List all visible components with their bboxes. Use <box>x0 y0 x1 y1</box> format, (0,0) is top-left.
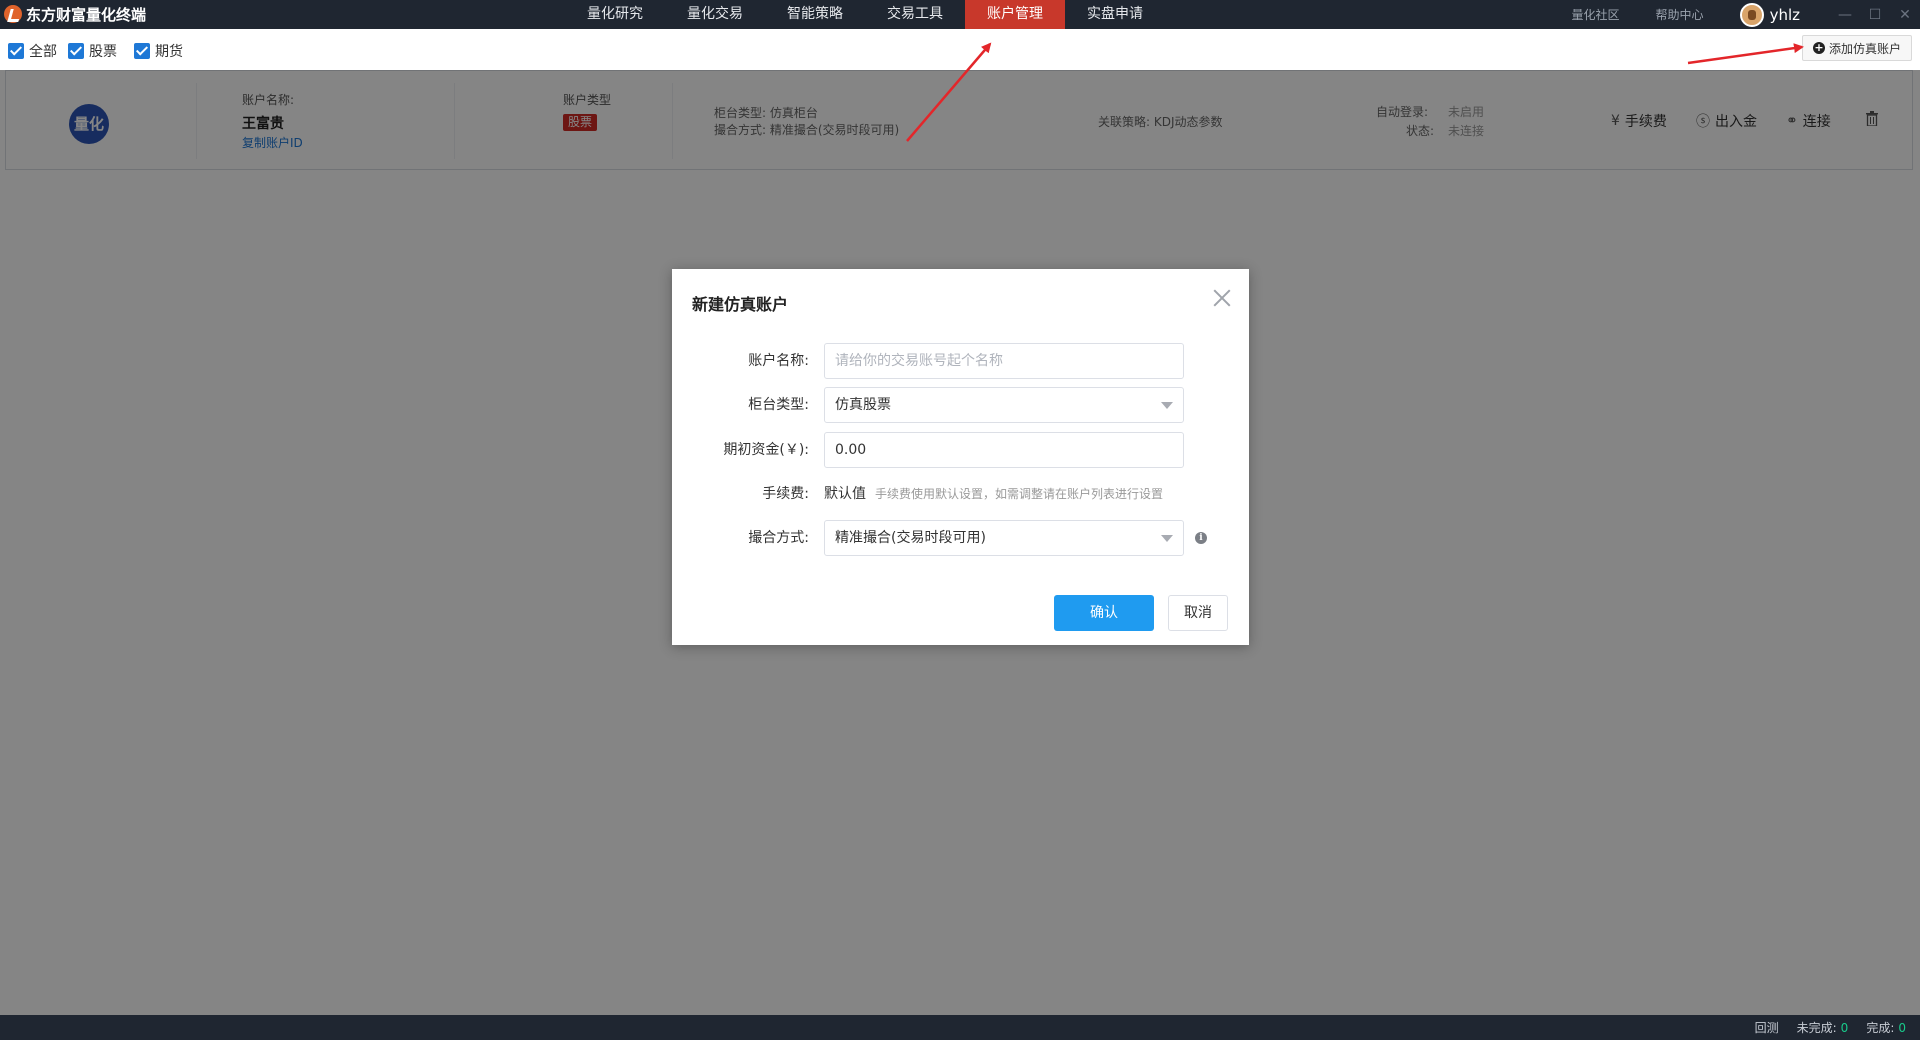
form-row-initial-capital: 期初资金(￥): 0.00 <box>672 432 1249 468</box>
checkbox-checked-icon <box>68 43 84 59</box>
filter-all-label: 全部 <box>29 44 57 60</box>
app-logo: 东方财富量化终端 <box>4 3 146 25</box>
filter-all-checkbox[interactable]: 全部 <box>8 41 57 61</box>
nav-account-management[interactable]: 账户管理 <box>965 0 1065 29</box>
top-right-area: 量化社区 帮助中心 yhlz — ☐ ✕ <box>1572 0 1920 29</box>
nav-trading-tools[interactable]: 交易工具 <box>865 0 965 29</box>
account-name-field-label: 账户名称: <box>748 353 809 369</box>
counter-type-select[interactable]: 仿真股票 <box>824 387 1184 423</box>
checkbox-checked-icon <box>8 43 24 59</box>
initial-capital-input[interactable]: 0.00 <box>824 432 1184 468</box>
fee-field-label: 手续费: <box>762 486 809 502</box>
nav-quant-trading[interactable]: 量化交易 <box>665 0 765 29</box>
filter-futures-checkbox[interactable]: 期货 <box>134 41 183 61</box>
app-title: 东方财富量化终端 <box>26 5 147 24</box>
pending-label: 未完成: <box>1796 1021 1837 1035</box>
filter-stock-label: 股票 <box>89 44 117 60</box>
fee-default-value: 默认值 <box>824 486 866 502</box>
counter-type-selected: 仿真股票 <box>835 397 891 413</box>
nav-smart-strategy[interactable]: 智能策略 <box>765 0 865 29</box>
info-icon[interactable]: i <box>1195 532 1207 544</box>
avatar[interactable] <box>1739 2 1764 27</box>
chevron-down-icon <box>1161 402 1173 409</box>
pending-count: 0 <box>1840 1020 1849 1035</box>
done-count: 0 <box>1898 1020 1906 1035</box>
done-label: 完成: <box>1866 1021 1895 1035</box>
help-link[interactable]: 帮助中心 <box>1656 6 1704 23</box>
username[interactable]: yhlz <box>1770 6 1800 24</box>
checkbox-checked-icon <box>134 43 150 59</box>
initial-capital-field-label: 期初资金(￥): <box>723 442 809 458</box>
backtest-status: 回测 <box>1754 1021 1779 1035</box>
maximize-icon[interactable]: ☐ <box>1860 0 1890 29</box>
filter-futures-label: 期货 <box>155 44 183 60</box>
chevron-down-icon <box>1161 535 1173 542</box>
nav-live-application[interactable]: 实盘申请 <box>1065 0 1165 29</box>
confirm-button[interactable]: 确认 <box>1054 595 1154 631</box>
close-window-icon[interactable]: ✕ <box>1890 0 1920 29</box>
main-nav: 量化研究 量化交易 智能策略 交易工具 账户管理 实盘申请 <box>565 0 1165 29</box>
brand-icon <box>4 5 22 23</box>
form-row-account-name: 账户名称: 请给你的交易账号起个名称 <box>672 343 1249 379</box>
fee-note: 手续费使用默认设置，如需调整请在账户列表进行设置 <box>875 487 1164 501</box>
community-link[interactable]: 量化社区 <box>1572 6 1620 23</box>
form-row-match-mode: 撮合方式: 精准撮合(交易时段可用) i <box>672 520 1249 556</box>
filter-stock-checkbox[interactable]: 股票 <box>68 41 117 61</box>
filter-bar: 全部 股票 期货 + 添加仿真账户 <box>0 29 1920 69</box>
status-bar: 回测 未完成: 0 完成: 0 <box>0 1015 1920 1040</box>
match-mode-select[interactable]: 精准撮合(交易时段可用) <box>824 520 1184 556</box>
title-bar: 东方财富量化终端 量化研究 量化交易 智能策略 交易工具 账户管理 实盘申请 量… <box>0 0 1920 29</box>
form-row-fee: 手续费: 默认值 手续费使用默认设置，如需调整请在账户列表进行设置 <box>672 476 1249 512</box>
match-mode-field-label: 撮合方式: <box>748 530 809 546</box>
minimize-icon[interactable]: — <box>1830 0 1860 29</box>
match-mode-selected: 精准撮合(交易时段可用) <box>835 530 986 546</box>
add-button-label: 添加仿真账户 <box>1828 41 1901 56</box>
form-row-counter-type: 柜台类型: 仿真股票 <box>672 387 1249 423</box>
dialog-title: 新建仿真账户 <box>692 295 789 314</box>
account-name-input[interactable]: 请给你的交易账号起个名称 <box>824 343 1184 379</box>
counter-type-field-label: 柜台类型: <box>748 397 809 413</box>
nav-quant-research[interactable]: 量化研究 <box>565 0 665 29</box>
cancel-button[interactable]: 取消 <box>1168 595 1228 631</box>
plus-circle-icon: + <box>1812 41 1825 54</box>
close-icon[interactable] <box>1213 289 1231 307</box>
new-simulated-account-dialog: 新建仿真账户 账户名称: 请给你的交易账号起个名称 柜台类型: 仿真股票 期初资… <box>672 269 1249 645</box>
add-simulated-account-button[interactable]: + 添加仿真账户 <box>1802 35 1912 61</box>
